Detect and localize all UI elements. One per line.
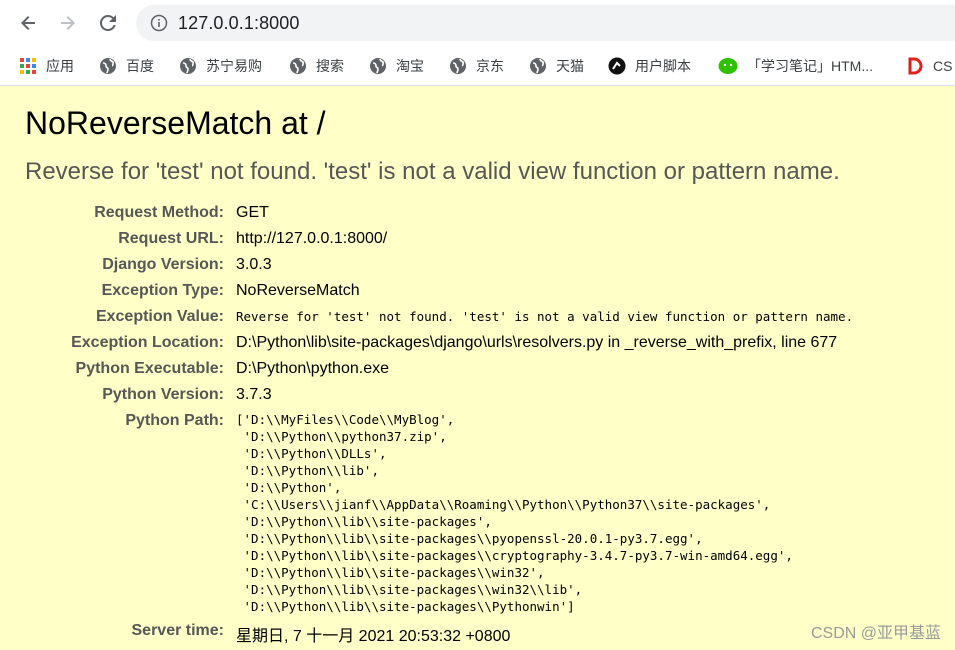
globe-icon [100, 58, 116, 74]
bookmark-csdn[interactable]: CS [906, 55, 952, 77]
python-path-entry: 'D:\\Python\\DLLs', [236, 446, 387, 461]
detail-value: D:\Python\lib\site-packages\django\urls\… [236, 334, 838, 351]
bookmark-label: 「学习笔记」HTM... [747, 58, 873, 74]
detail-value: 3.7.3 [236, 386, 272, 403]
bookmark-label: 京东 [476, 58, 504, 74]
csdn-icon [908, 57, 923, 75]
detail-value: http://127.0.0.1:8000/ [236, 230, 388, 247]
python-path-list: ['D:\\MyFiles\\Code\\MyBlog', 'D:\\Pytho… [236, 411, 793, 615]
bookmark-apps[interactable]: 应用 [19, 55, 74, 77]
globe-icon [450, 58, 466, 74]
bookmark-label: 搜索 [316, 58, 344, 74]
bookmark-label: 百度 [126, 58, 154, 74]
error-message: Reverse for 'test' not found. 'test' is … [25, 158, 840, 185]
detail-value: 3.0.3 [236, 256, 272, 273]
bookmark-taobao[interactable]: 淘宝 [369, 55, 424, 77]
detail-value: GET [236, 204, 269, 221]
bookmark-suning[interactable]: 苏宁易购 [179, 55, 262, 77]
bookmark-label: 用户脚本 [635, 58, 691, 74]
python-path-entry: 'D:\\Python\\lib\\site-packages\\cryptog… [236, 548, 793, 563]
globe-icon [530, 58, 546, 74]
apps-grid-icon [20, 58, 36, 74]
detail-value: NoReverseMatch [236, 282, 360, 299]
reload-button[interactable] [96, 11, 120, 35]
error-summary: NoReverseMatch at / Reverse for 'test' n… [0, 87, 955, 650]
python-path-entry: 'D:\\Python\\lib\\site-packages\\pyopens… [236, 531, 703, 546]
bookmark-label: CS [933, 58, 953, 74]
globe-icon [370, 58, 386, 74]
detail-key: Request URL: [118, 230, 224, 247]
python-path-entry: 'C:\\Users\\jianf\\AppData\\Roaming\\Pyt… [236, 497, 771, 512]
back-button[interactable] [16, 11, 40, 35]
bookmark-label: 苏宁易购 [206, 58, 262, 74]
detail-key: Server time: [131, 622, 225, 639]
detail-key: Python Version: [102, 386, 224, 403]
bookmarks-bar: 应用 百度 苏宁易购 搜索 淘宝 京东 天猫 用户脚本 「学习笔记」HTM...… [0, 46, 955, 86]
error-title: NoReverseMatch at / [25, 105, 326, 141]
detail-value: D:\Python\python.exe [236, 360, 389, 377]
back-arrow-icon [21, 16, 35, 30]
python-path-entry: 'D:\\Python\\lib\\site-packages', [236, 514, 492, 529]
detail-key: Django Version: [102, 256, 224, 273]
address-bar[interactable]: 127.0.0.1:8000 [136, 5, 955, 41]
watermark-text: CSDN @亚甲基蓝 [810, 625, 941, 642]
detail-key: Exception Location: [71, 334, 224, 351]
browser-toolbar: 127.0.0.1:8000 [0, 0, 955, 46]
bookmark-label: 淘宝 [396, 58, 424, 74]
globe-icon [180, 58, 196, 74]
python-path-entry: 'D:\\Python\\lib\\site-packages\\Pythonw… [236, 599, 575, 614]
python-path-entry: 'D:\\Python\\lib\\site-packages\\win32\\… [236, 582, 583, 597]
bookmark-label: 应用 [46, 58, 74, 74]
globe-icon [290, 58, 306, 74]
reload-icon [99, 14, 116, 31]
info-icon[interactable] [150, 14, 168, 32]
bookmark-tmall[interactable]: 天猫 [529, 55, 584, 77]
bookmark-label: 天猫 [556, 58, 584, 74]
detail-value: Reverse for 'test' not found. 'test' is … [236, 309, 854, 324]
python-path-entry: ['D:\\MyFiles\\Code\\MyBlog', [236, 412, 455, 427]
bookmark-study-notes[interactable]: 「学习笔记」HTM... [718, 55, 873, 77]
detail-key: Exception Value: [95, 308, 224, 325]
detail-key: Python Executable: [75, 360, 224, 377]
detail-key: Exception Type: [101, 282, 224, 299]
forward-arrow-icon [61, 16, 75, 30]
python-path-entry: 'D:\\Python\\lib', [236, 463, 379, 478]
bookmark-baidu[interactable]: 百度 [99, 55, 154, 77]
tampermonkey-icon [608, 57, 626, 75]
bookmark-jd[interactable]: 京东 [449, 55, 504, 77]
detail-key: Python Path: [125, 412, 224, 429]
python-path-entry: 'D:\\Python', [236, 480, 342, 495]
forward-button[interactable] [56, 11, 80, 35]
detail-key: Request Method: [94, 204, 224, 221]
python-path-entry: 'D:\\Python\\lib\\site-packages\\win32', [236, 565, 545, 580]
url-text[interactable]: 127.0.0.1:8000 [178, 13, 300, 34]
python-path-entry: 'D:\\Python\\python37.zip', [236, 429, 447, 444]
detail-value: 星期日, 7 十一月 2021 20:53:32 +0800 [236, 628, 511, 645]
wechat-icon [718, 58, 738, 74]
bookmark-userscripts[interactable]: 用户脚本 [608, 55, 691, 77]
bookmark-search[interactable]: 搜索 [289, 55, 344, 77]
